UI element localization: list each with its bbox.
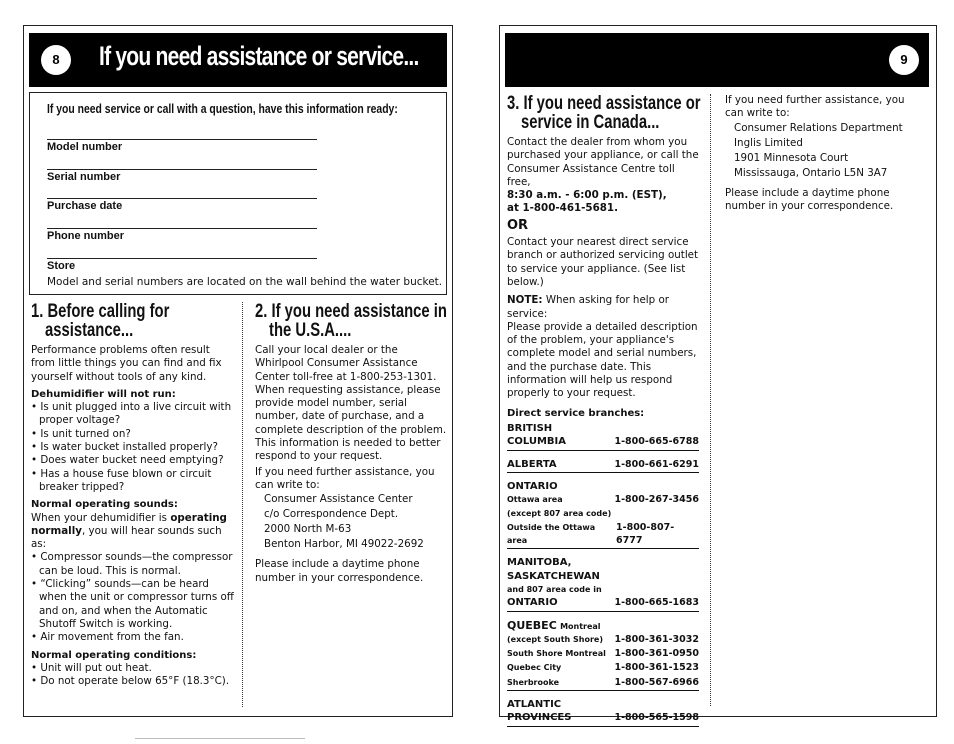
page-number-badge: 8 <box>41 45 71 75</box>
contact-branch-text: Contact your nearest direct service bran… <box>507 236 699 288</box>
sounds-intro: When your dehumidifier is operating norm… <box>31 511 227 551</box>
branch-row-ottawa: Ottawa area 1-800-267-3456 <box>507 494 699 506</box>
column-divider <box>710 94 711 706</box>
info-ready-box: If you need service or call with a quest… <box>29 92 447 295</box>
mailing-address: Consumer Relations Department Inglis Lim… <box>734 121 903 179</box>
section-usa: 2. If you need assistance in the U.S.A..… <box>255 302 447 585</box>
scan-artifact-line <box>135 738 305 739</box>
section-canada: 3. If you need assistance or service in … <box>507 93 701 734</box>
closing-note: Please include a daytime phone number in… <box>725 186 894 212</box>
closing-note: Please include a daytime phone number in… <box>255 558 424 584</box>
mailing-address: Consumer Assistance Center c/o Correspon… <box>264 493 424 551</box>
hours: 8:30 a.m. - 6:00 p.m. (EST), <box>507 189 667 202</box>
field-model-number: Model number <box>47 139 317 153</box>
branches-heading: Direct service branches: <box>507 407 645 419</box>
field-store: Store <box>47 258 317 272</box>
write-intro: If you need further assistance, you can … <box>725 94 905 120</box>
section-3-title: 3. If you need assistance or service in … <box>507 93 701 133</box>
section-1-title: 1. Before calling for assistance... <box>31 301 170 341</box>
page-9-banner: 9 <box>505 33 929 87</box>
list-item: • Do not operate below 65°F (18.3°C). <box>31 675 230 688</box>
page-number-badge: 9 <box>889 45 919 75</box>
branch-manitoba-label: MANITOBA, <box>507 557 572 569</box>
field-serial-number: Serial number <box>47 169 317 183</box>
page-9: 9 3. If you need assistance or service i… <box>499 25 937 727</box>
section-1-intro: Performance problems often result from l… <box>31 344 222 383</box>
note: NOTE: When asking for help or service: <box>507 294 669 320</box>
list-item: • Has a house fuse blown or circuit brea… <box>31 467 212 493</box>
branch-row-montreal: (except South Shore) 1-800-361-3032 <box>507 633 699 645</box>
branch-list: BRITISH COLUMBIA 1-800-665-6788 ALBERTA 1-… <box>507 422 699 727</box>
section-2-body: Call your local dealer or the Whirlpool … <box>255 344 447 463</box>
list-item: • Compressor sounds—the compressor can b… <box>31 551 233 577</box>
canada-mailing-column: If you need further assistance, you can … <box>725 94 925 213</box>
branch-ottawa-except: (except 807 area code) <box>507 509 612 519</box>
branch-row-sherbrooke: Sherbrooke 1-800-567-6966 <box>507 676 699 691</box>
branch-row-quebec-city: Quebec City 1-800-361-1523 <box>507 662 699 674</box>
toll-free-phone: at 1-800-461-5681. <box>507 202 618 215</box>
or-label: OR <box>507 217 529 233</box>
column-divider <box>242 302 243 707</box>
branch-row-atlantic: PROVINCES 1-800-565-1598 <box>507 711 699 727</box>
branch-row-manitoba: ONTARIO 1-800-665-1683 <box>507 596 699 612</box>
branch-row-alberta: ALBERTA 1-800-661-6291 <box>507 458 699 473</box>
note-body: Please provide a detailed description of… <box>507 320 698 400</box>
page-8: 8 If you need assistance or service... I… <box>23 25 453 717</box>
branch-row-south-shore: South Shore Montreal 1-800-361-0950 <box>507 648 699 660</box>
field-phone-number: Phone number <box>47 228 317 242</box>
section-3-intro: Contact the dealer from whom you purchas… <box>507 136 699 188</box>
branch-ontario-label: ONTARIO <box>507 480 558 492</box>
branch-sask-label: SASKATCHEWAN <box>507 570 600 582</box>
conditions-heading: Normal operating conditions: <box>31 649 197 661</box>
list-item: • Is unit turned on? <box>31 427 131 440</box>
info-box-header: If you need service or call with a quest… <box>47 101 398 116</box>
page-8-banner: 8 If you need assistance or service... <box>29 33 447 87</box>
list-item: • “Clicking” sounds—can be heard when th… <box>31 578 234 630</box>
branch-atlantic-label: ATLANTIC <box>507 698 562 710</box>
branch-bc-label: BRITISH <box>507 422 553 434</box>
field-purchase-date: Purchase date <box>47 198 317 212</box>
list-item: • Does water bucket need emptying? <box>31 454 224 467</box>
info-box-note: Model and serial numbers are located on … <box>47 276 443 288</box>
branch-row-bc: COLUMBIA 1-800-665-6788 <box>507 435 699 451</box>
branch-row-outside-ottawa: Outside the Ottawa area 1-800-807-6777 <box>507 521 699 550</box>
banner-title: If you need assistance or service... <box>99 41 419 71</box>
branch-quebec-label: QUEBEC Montreal <box>507 618 601 632</box>
sounds-heading: Normal operating sounds: <box>31 499 178 511</box>
section-before-calling: 1. Before calling for assistance... Perf… <box>31 302 236 688</box>
list-item: • Unit will put out heat. <box>31 661 152 674</box>
branch-807-label: and 807 area code in <box>507 584 602 594</box>
write-intro: If you need further assistance, you can … <box>255 465 435 491</box>
section-2-title: 2. If you need assistance in the U.S.A..… <box>255 301 447 341</box>
will-not-run-heading: Dehumidifier will not run: <box>31 388 176 400</box>
list-item: • Air movement from the fan. <box>31 631 184 644</box>
list-item: • Is water bucket installed properly? <box>31 441 218 454</box>
list-item: • Is unit plugged into a live circuit wi… <box>31 401 232 427</box>
